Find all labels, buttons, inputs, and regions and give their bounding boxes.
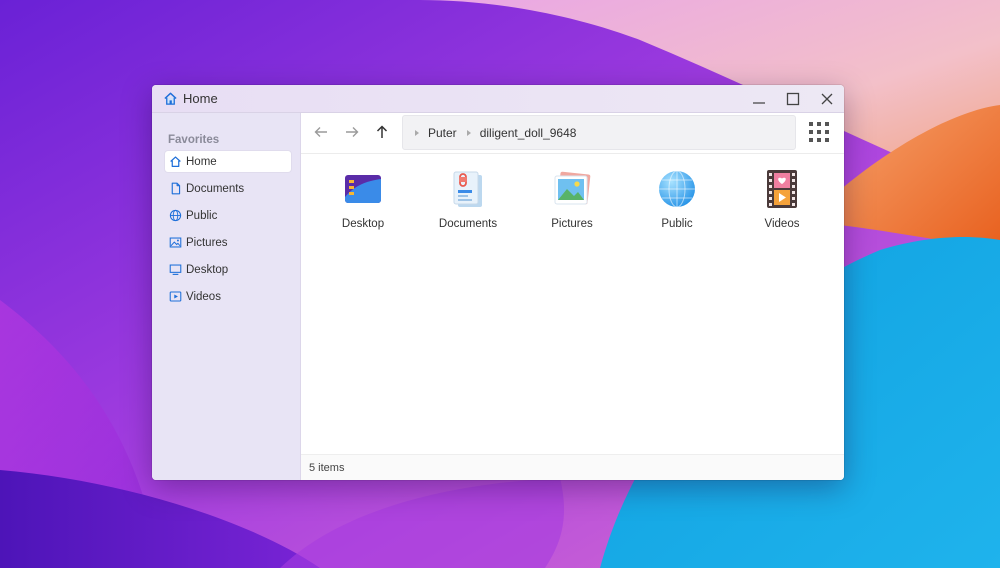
sidebar: Favorites Home Documents Public Pictures…: [152, 113, 301, 480]
path-bar[interactable]: Puter diligent_doll_9648: [402, 115, 796, 150]
close-button[interactable]: [810, 85, 844, 112]
window-title: Home: [183, 91, 218, 106]
file-label: Documents: [438, 218, 498, 230]
globe-icon: [169, 209, 182, 222]
file-item[interactable]: Desktop: [318, 166, 408, 230]
minimize-button[interactable]: [742, 85, 776, 112]
view-toggle-button[interactable]: [807, 120, 831, 144]
sidebar-item-label: Pictures: [186, 236, 228, 249]
sidebar-item-home[interactable]: Home: [165, 151, 291, 172]
sidebar-item-label: Documents: [186, 182, 245, 195]
window-titlebar[interactable]: Home: [152, 85, 844, 113]
sidebar-item-public[interactable]: Public: [165, 205, 291, 226]
breadcrumb-puter[interactable]: Puter: [428, 126, 457, 140]
monitor-icon: [169, 263, 182, 276]
sidebar-item-label: Desktop: [186, 263, 229, 276]
sidebar-item-pictures[interactable]: Pictures: [165, 232, 291, 253]
public-folder-icon: [654, 166, 700, 212]
documents-folder-icon: [445, 166, 491, 212]
maximize-icon: [786, 92, 800, 105]
sidebar-item-label: Public: [186, 209, 218, 222]
file-item[interactable]: Public: [632, 166, 722, 230]
videos-folder-icon: [759, 166, 805, 212]
document-icon: [169, 182, 182, 195]
image-icon: [169, 236, 182, 249]
video-icon: [169, 290, 182, 303]
forward-button[interactable]: [342, 122, 362, 142]
arrow-left-icon: [314, 127, 327, 137]
chevron-right-icon: [413, 129, 421, 137]
back-button[interactable]: [311, 122, 331, 142]
grid-view-icon: [809, 122, 829, 142]
status-bar: 5 items: [301, 454, 844, 480]
sidebar-item-documents[interactable]: Documents: [165, 178, 291, 199]
file-label: Pictures: [551, 218, 593, 230]
file-label: Videos: [764, 218, 800, 230]
sidebar-item-desktop[interactable]: Desktop: [165, 259, 291, 280]
home-icon: [163, 91, 178, 106]
minimize-icon: [753, 101, 765, 104]
file-area[interactable]: Desktop Documents Pictures Public Videos: [301, 154, 844, 455]
file-label: Public: [661, 218, 693, 230]
arrow-up-icon: [376, 125, 388, 138]
up-button[interactable]: [372, 122, 392, 142]
navigation-toolbar: Puter diligent_doll_9648: [301, 113, 844, 154]
sidebar-item-label: Videos: [186, 290, 221, 303]
breadcrumb-user-folder[interactable]: diligent_doll_9648: [480, 126, 577, 140]
file-explorer-window: Home Favorites Home Documents Public Pic…: [152, 85, 844, 480]
arrow-right-icon: [346, 127, 359, 137]
file-item[interactable]: Pictures: [527, 166, 617, 230]
close-icon: [821, 93, 833, 104]
item-count: 5 items: [309, 461, 345, 474]
sidebar-item-videos[interactable]: Videos: [165, 286, 291, 307]
sidebar-heading: Favorites: [168, 134, 220, 146]
file-label: Desktop: [341, 218, 385, 230]
home-icon: [169, 155, 182, 168]
chevron-right-icon: [465, 129, 473, 137]
maximize-button[interactable]: [776, 85, 810, 112]
file-item[interactable]: Documents: [423, 166, 513, 230]
pictures-folder-icon: [549, 166, 595, 212]
sidebar-item-label: Home: [186, 155, 217, 168]
file-item[interactable]: Videos: [737, 166, 827, 230]
desktop-folder-icon: [340, 166, 386, 212]
